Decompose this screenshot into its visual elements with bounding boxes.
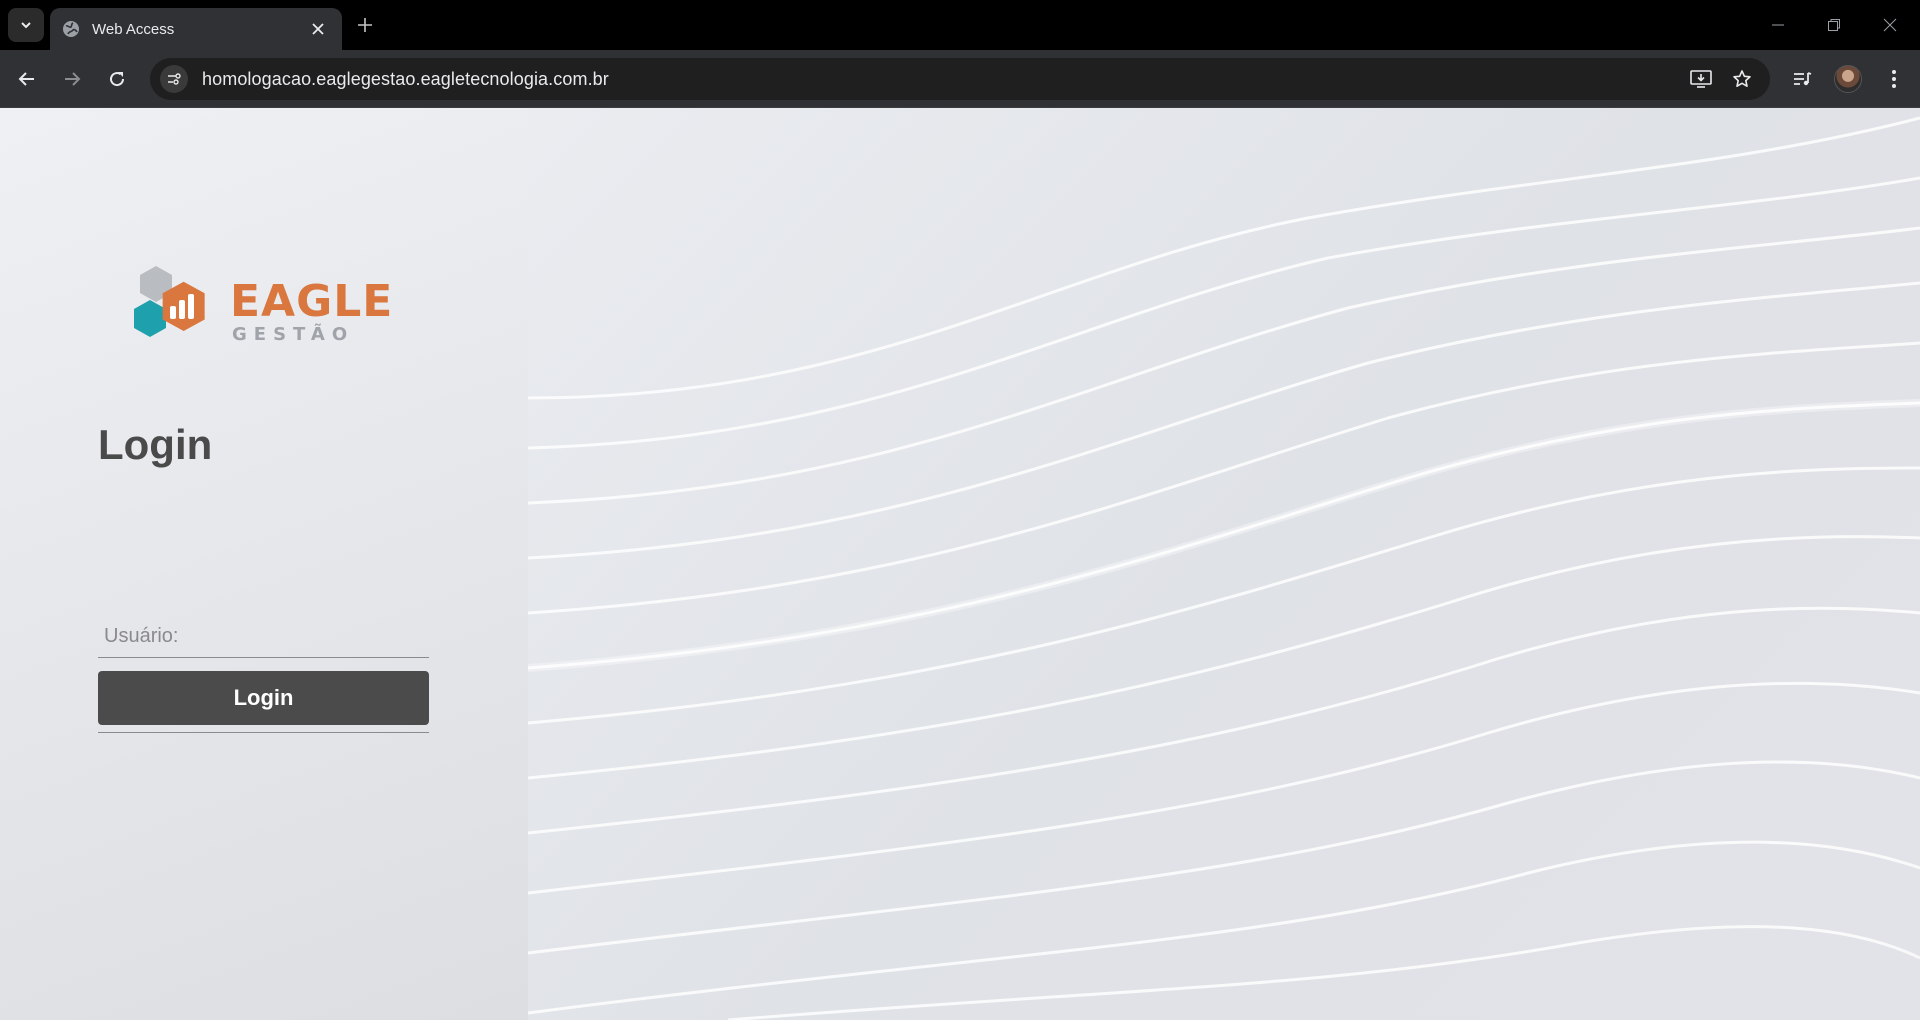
url-text[interactable]: homologacao.eaglegestao.eagletecnologia.… bbox=[202, 69, 609, 90]
close-icon[interactable] bbox=[306, 17, 330, 41]
logo-subtitle: GESTÃO bbox=[232, 324, 355, 345]
plus-icon[interactable] bbox=[350, 11, 380, 39]
logo-wordmark: EAGLE bbox=[230, 276, 394, 327]
tab-title: Web Access bbox=[92, 20, 175, 38]
back-arrow-icon[interactable] bbox=[11, 63, 43, 95]
chevron-down-icon bbox=[21, 22, 31, 29]
restore-icon[interactable] bbox=[1806, 0, 1862, 50]
profile-avatar[interactable] bbox=[1834, 65, 1862, 93]
forward-arrow-icon[interactable] bbox=[56, 63, 88, 95]
login-panel: EAGLE GESTÃO Login Login bbox=[0, 108, 528, 1020]
kebab-menu-icon[interactable] bbox=[1878, 63, 1910, 95]
reload-icon[interactable] bbox=[101, 63, 133, 95]
address-bar[interactable]: homologacao.eaglegestao.eagletecnologia.… bbox=[150, 58, 1770, 100]
site-info-icon[interactable] bbox=[160, 65, 188, 93]
globe-icon bbox=[62, 20, 80, 38]
login-button[interactable]: Login bbox=[98, 671, 429, 725]
wave-lines-decoration bbox=[528, 116, 1920, 1020]
username-field bbox=[98, 614, 429, 658]
browser-titlebar: Web Access bbox=[0, 0, 1920, 50]
media-control-icon[interactable] bbox=[1786, 63, 1818, 95]
logo-mark-icon bbox=[134, 266, 205, 337]
minimize-icon[interactable] bbox=[1750, 0, 1806, 50]
page-viewport: EAGLE GESTÃO Login Login bbox=[0, 108, 1920, 1020]
tab-search-button[interactable] bbox=[8, 8, 44, 42]
eagle-gestao-logo: EAGLE GESTÃO bbox=[128, 262, 392, 352]
background-art bbox=[528, 108, 1920, 1020]
username-input[interactable] bbox=[104, 622, 384, 650]
install-app-icon[interactable] bbox=[1687, 65, 1715, 93]
browser-toolbar: homologacao.eaglegestao.eagletecnologia.… bbox=[0, 50, 1920, 108]
window-close-icon[interactable] bbox=[1862, 0, 1918, 50]
page-title: Login bbox=[98, 421, 213, 468]
star-icon[interactable] bbox=[1728, 65, 1756, 93]
browser-tab[interactable]: Web Access bbox=[50, 8, 342, 50]
